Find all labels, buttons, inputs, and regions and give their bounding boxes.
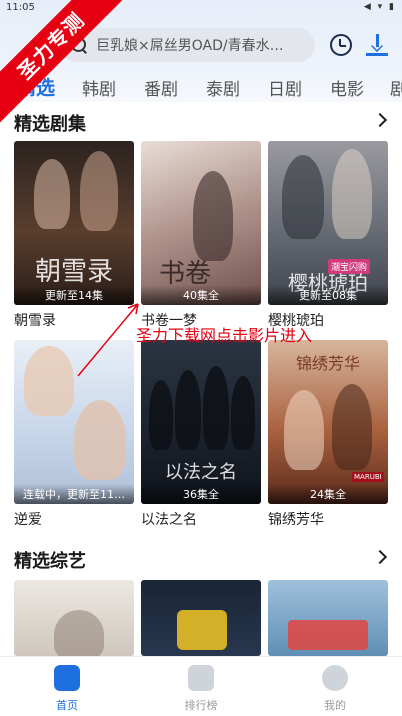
poster[interactable]: 锦绣芳华 MARUBI 24集全	[268, 340, 388, 504]
tab-thai[interactable]: 泰剧	[206, 75, 240, 100]
annotation-text: 圣力下载网点击影片进入	[136, 326, 313, 345]
poster[interactable]: 朝雪录 更新至14集	[14, 141, 134, 305]
nav-ranking[interactable]: 排行榜	[161, 665, 241, 713]
tab-movie[interactable]: 电影	[330, 75, 364, 100]
poster[interactable]: 书卷 40集全	[141, 141, 261, 305]
poster[interactable]: 潮宝闪购 樱桃琥珀 更新至08集	[268, 141, 388, 305]
tab-japanese[interactable]: 日剧	[268, 75, 302, 100]
status-icons: ◀ ▾ ▮	[363, 2, 396, 12]
episode-badge: 36集全	[141, 484, 261, 504]
episode-badge: 40集全	[141, 285, 261, 305]
drama-card[interactable]: 书卷 40集全 书卷一梦	[141, 141, 261, 330]
brand-tag: MARUBI	[352, 472, 384, 482]
episode-badge: 连载中，更新至11…	[14, 484, 134, 504]
poster-title-art: 以法之名	[165, 462, 237, 483]
episode-badge: 更新至08集	[268, 285, 388, 305]
poster[interactable]: 以法之名 36集全	[141, 340, 261, 504]
home-icon	[54, 665, 80, 691]
drama-title: 逆爱	[14, 512, 42, 528]
drama-card[interactable]: 锦绣芳华 MARUBI 24集全 锦绣芳华	[268, 340, 388, 529]
nav-label: 排行榜	[184, 699, 218, 712]
tab-anime[interactable]: 番剧	[144, 75, 178, 100]
nav-home[interactable]: 首页	[27, 665, 107, 713]
watermark-corner: 圣力专测	[0, 0, 130, 130]
variety-card[interactable]	[268, 580, 388, 656]
ranking-icon	[188, 665, 214, 691]
section-title-variety: 精选综艺	[14, 551, 86, 572]
watermark-ribbon: 圣力专测	[0, 0, 130, 126]
poster-title-art: 朝雪录	[34, 257, 114, 287]
profile-icon	[322, 665, 348, 691]
nav-label: 我的	[324, 699, 346, 712]
drama-title: 以法之名	[141, 512, 197, 528]
drama-card[interactable]: 以法之名 36集全 以法之名	[141, 340, 261, 529]
nav-label: 首页	[56, 699, 78, 712]
chevron-right-icon[interactable]	[372, 112, 388, 128]
poster-title-art: 锦绣芳华	[295, 354, 361, 373]
variety-card[interactable]	[141, 580, 261, 656]
tab-more[interactable]: 剧	[390, 75, 402, 100]
history-icon[interactable]	[330, 34, 352, 56]
download-icon[interactable]	[366, 34, 388, 56]
variety-card[interactable]	[14, 580, 134, 656]
chevron-right-icon[interactable]	[372, 549, 388, 565]
bottom-nav: 首页 排行榜 我的	[0, 656, 402, 716]
episode-badge: 24集全	[268, 484, 388, 504]
nav-profile[interactable]: 我的	[295, 665, 375, 713]
drama-card[interactable]: 潮宝闪购 樱桃琥珀 更新至08集 樱桃琥珀	[268, 141, 388, 330]
drama-title: 锦绣芳华	[268, 512, 324, 528]
